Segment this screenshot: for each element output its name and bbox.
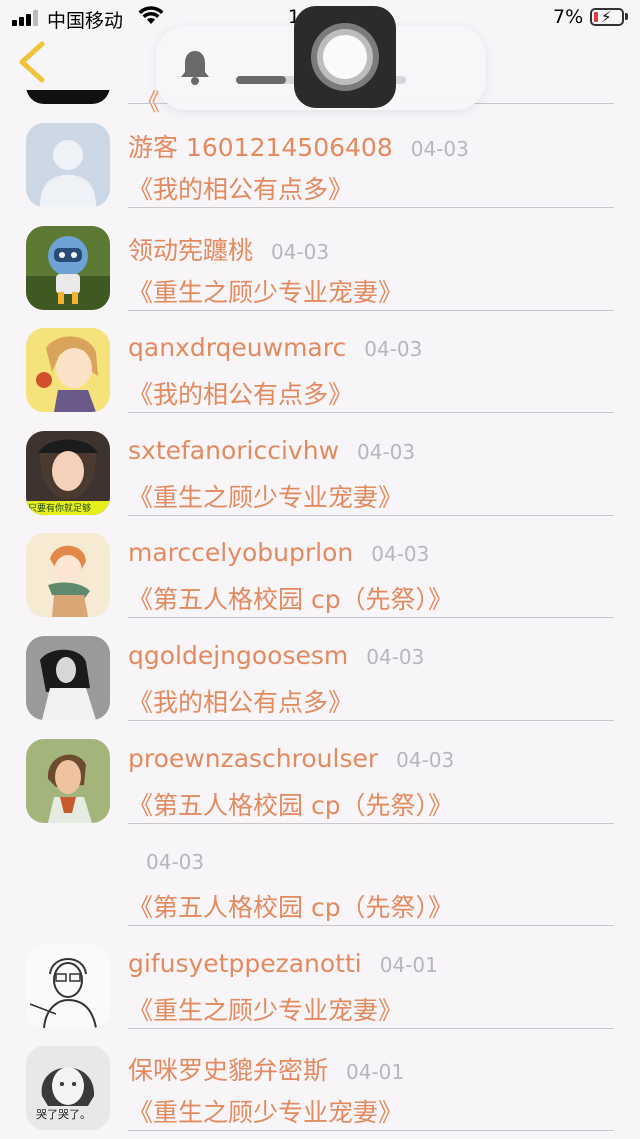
username: 游客 1601214506408 [128, 133, 393, 162]
wifi-icon [138, 6, 164, 24]
divider [128, 822, 614, 824]
username: sxtefanoriccivhw [128, 435, 340, 465]
username: 保咪罗史貔弁密斯 [128, 1056, 329, 1086]
comment-date: 04-01 [379, 952, 438, 977]
battery-percent: 7% [553, 6, 584, 28]
divider [128, 719, 614, 721]
comment-date: 04-03 [357, 439, 416, 464]
divider [128, 617, 614, 619]
divider [128, 925, 614, 927]
avatar: 哭了哭了。 [26, 1046, 110, 1131]
list-item[interactable]: qanxdrqeuwmarc 04-03 《我的相公有点多》 [0, 319, 640, 422]
avatar [26, 328, 110, 413]
divider [128, 412, 614, 414]
back-button[interactable] [14, 38, 54, 86]
comment-date: 04-03 [146, 850, 205, 875]
username: qanxdrqeuwmarc [128, 333, 347, 363]
list-item[interactable]: marccelyobuprlon 04-03 《第五人格校园 cp（先祭）》 [0, 524, 640, 627]
book-title[interactable]: 《第五人格校园 cp（先祭）》 [128, 580, 453, 616]
signal-icon [12, 10, 40, 26]
list-item[interactable]: 只要有你就足够 sxtefanoriccivhw 04-03 《重生之顾少专业宠妻… [0, 422, 640, 525]
book-title[interactable]: 《重生之顾少专业宠妻》 [128, 1093, 403, 1129]
comment-date: 04-03 [271, 239, 330, 264]
book-title[interactable]: 《重生之顾少专业宠妻》 [128, 273, 403, 309]
avatar [26, 635, 110, 720]
carrier-label: 中国移动 [47, 10, 124, 32]
book-title[interactable]: 《重生之顾少专业宠妻》 [128, 991, 403, 1027]
comment-date: 04-03 [396, 747, 455, 772]
username: gifusyetppezanotti [128, 948, 362, 978]
battery-icon: ⚡ [590, 8, 624, 26]
avatar: 只要有你就足够 [26, 430, 110, 515]
list-item[interactable]: 领动宪躔桃 04-03 《重生之顾少专业宠妻》 [0, 217, 640, 320]
book-title[interactable]: 《第五人格校园 cp（先祭）》 [128, 786, 453, 822]
list-item[interactable]: 04-03 《第五人格校园 cp（先祭）》 [0, 832, 640, 935]
comment-date: 04-03 [371, 542, 430, 567]
username: qgoldejngoosesm [128, 640, 349, 670]
comment-date: 04-03 [364, 337, 423, 362]
avatar-caption: 哭了哭了。 [36, 1108, 91, 1122]
avatar [26, 943, 110, 1028]
avatar [26, 738, 110, 823]
comment-date: 04-03 [366, 644, 425, 669]
username: proewnzaschroulser [128, 743, 379, 773]
avatar [26, 123, 110, 207]
bell-icon [181, 51, 209, 85]
book-title[interactable]: 《我的相公有点多》 [128, 683, 353, 719]
divider [128, 309, 614, 311]
list-item[interactable]: gifusyetppezanotti 04-01 《重生之顾少专业宠妻》 [0, 935, 640, 1038]
comment-date: 04-03 [410, 137, 469, 161]
book-title[interactable]: 《我的相公有点多》 [128, 170, 353, 206]
book-title[interactable]: 《第五人格校园 cp（先祭）》 [128, 888, 453, 924]
divider [128, 207, 614, 208]
comment-date: 04-01 [346, 1060, 405, 1085]
divider [128, 514, 614, 516]
avatar [26, 533, 110, 618]
list-item[interactable]: 游客 1601214506408 04-03 《我的相公有点多》 [0, 114, 640, 217]
avatar [26, 225, 110, 310]
list-item[interactable]: proewnzaschroulser 04-03 《第五人格校园 cp（先祭）》 [0, 730, 640, 833]
list-item[interactable]: qgoldejngoosesm 04-03 《我的相公有点多》 [0, 627, 640, 730]
chevron-left-icon [19, 41, 45, 83]
book-title[interactable]: 《重生之顾少专业宠妻》 [128, 478, 403, 514]
divider [128, 1027, 614, 1029]
comment-list: 游客 1601214506408 04-03 《我的相公有点多》 领动宪躔桃 04-… [0, 114, 640, 1139]
assistive-touch-button[interactable] [294, 6, 396, 108]
username: 领动宪躔桃 [128, 235, 254, 265]
username: marccelyobuprlon [128, 538, 354, 568]
avatar-caption: 只要有你就足够 [28, 503, 92, 514]
divider [128, 1130, 614, 1132]
book-title[interactable]: 《我的相公有点多》 [128, 375, 353, 411]
list-item[interactable]: 哭了哭了。 保咪罗史貔弁密斯 04-01 《重生之顾少专业宠妻》 [0, 1037, 640, 1139]
